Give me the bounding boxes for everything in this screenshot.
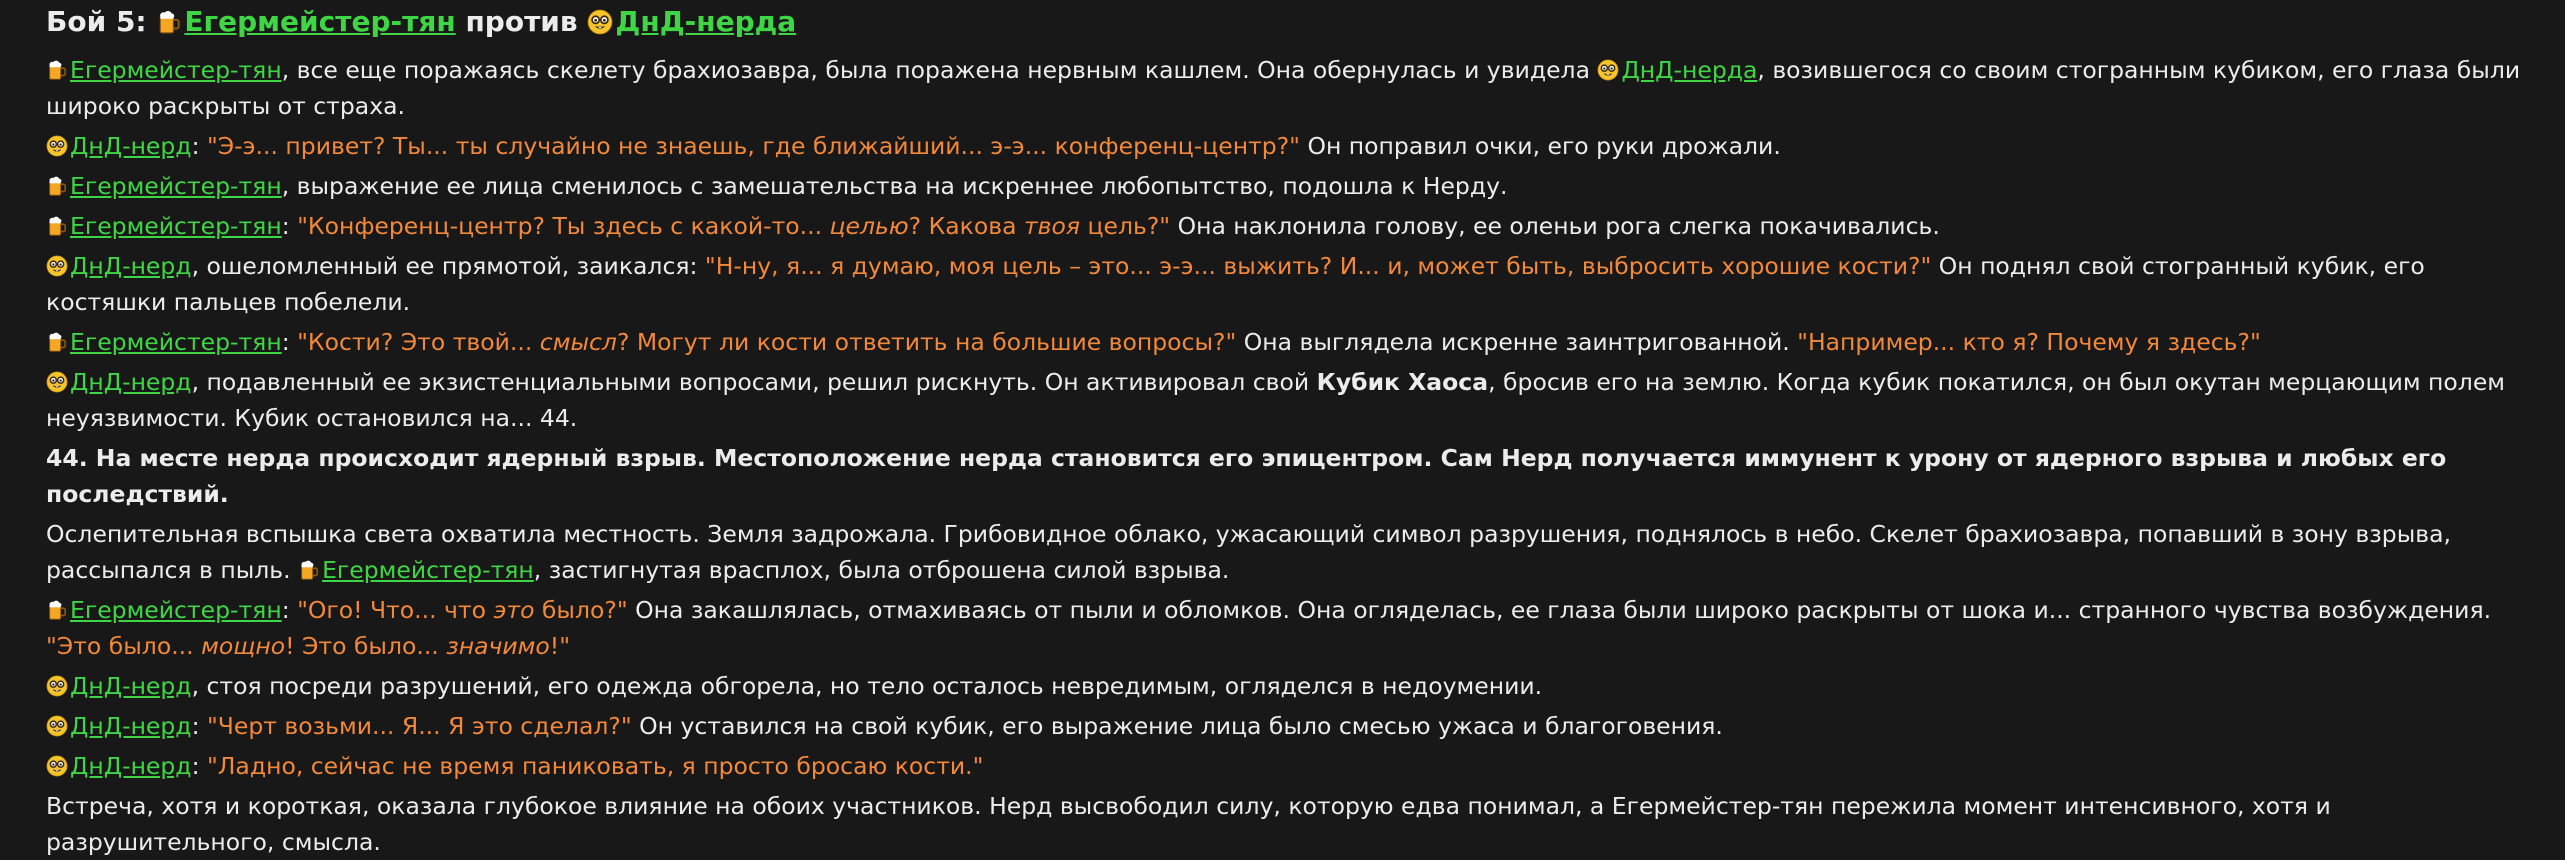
nerd-face-icon <box>46 675 68 697</box>
name-link-nerd[interactable]: ДнД-нерд <box>70 252 192 280</box>
quote-part: ? Могут ли кости ответить на большие воп… <box>616 328 1237 356</box>
page-title: Бой 5: Егермейстер-тян против ДнД-нерда <box>46 0 2533 52</box>
beer-mug-icon <box>46 215 68 237</box>
name-link-nerd[interactable]: ДнД-нерд <box>70 672 192 700</box>
nerd-face-icon <box>1597 59 1619 81</box>
nerd-face-icon <box>46 255 68 277</box>
beer-mug-icon <box>46 599 68 621</box>
quote: "Черт возьми... Я... Я это сделал?" <box>206 712 632 740</box>
quote: "Э-э... привет? Ты... ты случайно не зна… <box>206 132 1300 160</box>
quote-emphasis: твоя <box>1023 212 1081 240</box>
quote: "Кости? Это твой... смысл? Могут ли кост… <box>297 328 1236 356</box>
quote: "Например... кто я? Почему я здесь?" <box>1797 328 2261 356</box>
text: Он поправил очки, его руки дрожали. <box>1300 132 1781 160</box>
text: , застигнутая врасплох, была отброшена с… <box>533 556 1230 584</box>
title-char2-link[interactable]: ДнД-нерда <box>615 5 796 38</box>
beer-mug-icon <box>156 9 182 35</box>
text: Она выглядела искренне заинтригованной. <box>1236 328 1798 356</box>
separator: : <box>191 752 207 780</box>
name-link-jager[interactable]: Егермейстер-тян <box>70 596 282 624</box>
text: Она закашлялась, отмахиваясь от пыли и о… <box>627 596 2492 624</box>
paragraph-7: ДнД-нерд, подавленный ее экзистенциальны… <box>46 364 2533 436</box>
paragraph-3: Егермейстер-тян, выражение ее лица смени… <box>46 168 2533 204</box>
name-link-nerd[interactable]: ДнД-нерд <box>70 712 192 740</box>
nerd-face-icon <box>46 755 68 777</box>
quote-part: "Конференц-центр? Ты здесь с какой-то... <box>297 212 830 240</box>
text: , выражение ее лица сменилось с замешате… <box>281 172 1508 200</box>
beer-mug-icon <box>46 59 68 81</box>
paragraph-9: Ослепительная вспышка света охватила мес… <box>46 516 2533 588</box>
separator: : <box>281 212 298 240</box>
paragraph-1: Егермейстер-тян, все еще поражаясь скеле… <box>46 52 2533 124</box>
name-link-nerd[interactable]: ДнД-нерд <box>70 752 192 780</box>
nerd-face-icon <box>46 371 68 393</box>
separator: : <box>281 596 298 624</box>
paragraph-8-roll-result: 44. На месте нерда происходит ядерный вз… <box>46 444 2447 508</box>
text: , все еще поражаясь скелету брахиозавра,… <box>281 56 1598 84</box>
name-link-nerd[interactable]: ДнД-нерд <box>70 132 192 160</box>
paragraph-11: ДнД-нерд, стоя посреди разрушений, его о… <box>46 668 2533 704</box>
quote: "Конференц-центр? Ты здесь с какой-то...… <box>297 212 1170 240</box>
title-prefix: Бой 5: <box>46 5 147 38</box>
text: , подавленный ее экзистенциальными вопро… <box>191 368 1317 396</box>
nerd-face-icon <box>46 135 68 157</box>
quote: "Ого! Что... что это было?" <box>297 596 628 624</box>
quote-part: цель?" <box>1080 212 1171 240</box>
quote: "Это было... мощно! Это было... значимо!… <box>46 632 570 660</box>
bold-term: Кубик Хаоса <box>1316 368 1489 396</box>
nerd-face-icon <box>587 9 613 35</box>
quote-part: ! Это было... <box>285 632 447 660</box>
quote-part: ? Какова <box>908 212 1024 240</box>
quote: "Ладно, сейчас не время паниковать, я пр… <box>206 752 984 780</box>
separator: : <box>191 712 207 740</box>
paragraph-4: Егермейстер-тян: "Конференц-центр? Ты зд… <box>46 208 2533 244</box>
paragraph-2: ДнД-нерд: "Э-э... привет? Ты... ты случа… <box>46 128 2533 164</box>
title-char1-link[interactable]: Егермейстер-тян <box>184 5 455 38</box>
quote: "Н-ну, я... я думаю, моя цель – это... э… <box>704 252 1932 280</box>
battle-log: Бой 5: Егермейстер-тян против ДнД-нерда … <box>0 0 2565 860</box>
quote-part: !" <box>549 632 571 660</box>
name-link-jager[interactable]: Егермейстер-тян <box>70 212 282 240</box>
separator: : <box>191 132 207 160</box>
quote-part: "Ого! Что... что <box>297 596 494 624</box>
beer-mug-icon <box>46 175 68 197</box>
quote-emphasis: смысл <box>539 328 617 356</box>
beer-mug-icon <box>46 331 68 353</box>
text: , стоя посреди разрушений, его одежда об… <box>191 672 1543 700</box>
quote-part: было?" <box>534 596 628 624</box>
quote-emphasis: мощно <box>201 632 286 660</box>
quote-emphasis: это <box>493 596 535 624</box>
title-vs: против <box>465 5 578 38</box>
quote-emphasis: значимо <box>446 632 550 660</box>
beer-mug-icon <box>298 559 320 581</box>
name-link-jager[interactable]: Егермейстер-тян <box>322 556 534 584</box>
text: Она наклонила голову, ее оленьи рога сле… <box>1170 212 1940 240</box>
name-link-jager[interactable]: Егермейстер-тян <box>70 56 282 84</box>
paragraph-10: Егермейстер-тян: "Ого! Что... что это бы… <box>46 592 2533 664</box>
name-link-jager[interactable]: Егермейстер-тян <box>70 328 282 356</box>
paragraph-12: ДнД-нерд: "Черт возьми... Я... Я это сде… <box>46 708 2533 744</box>
paragraph-14-conclusion: Встреча, хотя и короткая, оказала глубок… <box>46 792 2331 856</box>
name-link-nerd[interactable]: ДнД-нерд <box>70 368 192 396</box>
paragraph-13: ДнД-нерд: "Ладно, сейчас не время панико… <box>46 748 2533 784</box>
separator: : <box>281 328 298 356</box>
paragraph-5: ДнД-нерд, ошеломленный ее прямотой, заик… <box>46 248 2533 320</box>
paragraph-6: Егермейстер-тян: "Кости? Это твой... смы… <box>46 324 2533 360</box>
nerd-face-icon <box>46 715 68 737</box>
name-link-nerd[interactable]: ДнД-нерда <box>1621 56 1757 84</box>
text: , ошеломленный ее прямотой, заикался: <box>191 252 705 280</box>
quote-part: "Кости? Это твой... <box>297 328 540 356</box>
text: Он уставился на свой кубик, его выражени… <box>631 712 1723 740</box>
name-link-jager[interactable]: Егермейстер-тян <box>70 172 282 200</box>
quote-emphasis: целью <box>829 212 909 240</box>
quote-part: "Это было... <box>46 632 202 660</box>
